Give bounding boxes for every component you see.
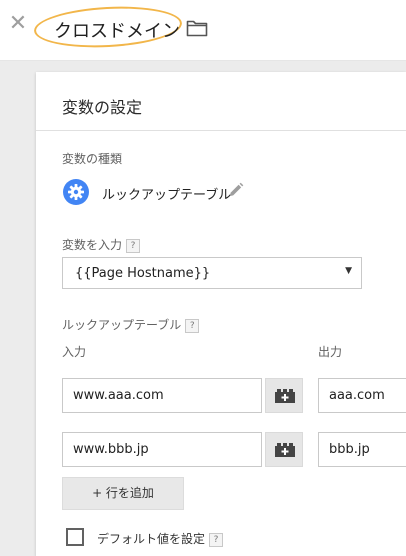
lookup-input-field[interactable] [62, 432, 262, 467]
variable-name-title[interactable]: クロスドメイン [54, 17, 180, 43]
brick-plus-icon [275, 389, 295, 403]
default-value-label: デフォルト値を設定? [97, 530, 224, 547]
variable-picker-button[interactable] [265, 432, 303, 467]
variable-config-panel: 変数の設定 変数の種類 ルックアップテーブル 変数を入力? {{Page Hos… [36, 72, 406, 556]
add-row-button[interactable]: + 行を追加 [62, 477, 184, 510]
variable-type-label: 変数の種類 [62, 152, 123, 166]
pencil-edit-icon[interactable] [228, 182, 244, 198]
help-icon[interactable]: ? [126, 239, 141, 253]
selected-variable-value: {{Page Hostname}} [75, 266, 211, 281]
variable-picker-button[interactable] [265, 378, 303, 413]
gear-icon [63, 179, 89, 205]
title-area[interactable]: クロスドメイン [33, 3, 186, 51]
input-column-header: 入力 [62, 345, 87, 359]
close-icon[interactable]: ✕ [8, 12, 28, 36]
dropdown-arrow-icon: ▼ [345, 266, 352, 276]
variable-type-name[interactable]: ルックアップテーブル [102, 184, 231, 203]
input-variable-label-text: 変数を入力 [62, 238, 123, 252]
folder-icon[interactable] [186, 19, 208, 37]
default-value-checkbox[interactable] [66, 528, 84, 546]
default-value-label-text: デフォルト値を設定 [97, 532, 206, 546]
output-column-header: 出力 [318, 345, 343, 359]
help-icon[interactable]: ? [185, 319, 200, 333]
lookup-output-field[interactable] [318, 378, 406, 413]
lookup-input-field[interactable] [62, 378, 262, 413]
input-variable-label: 変数を入力? [62, 236, 141, 253]
lookup-table-label: ルックアップテーブル? [62, 316, 200, 333]
brick-plus-icon [275, 443, 295, 457]
divider [36, 130, 406, 131]
lookup-table-label-text: ルックアップテーブル [62, 318, 182, 332]
help-icon[interactable]: ? [209, 533, 224, 547]
panel-title: 変数の設定 [62, 98, 143, 117]
lookup-output-field[interactable] [318, 432, 406, 467]
input-variable-select[interactable]: {{Page Hostname}} ▼ [62, 257, 362, 289]
top-bar: ✕ クロスドメイン [0, 0, 406, 61]
